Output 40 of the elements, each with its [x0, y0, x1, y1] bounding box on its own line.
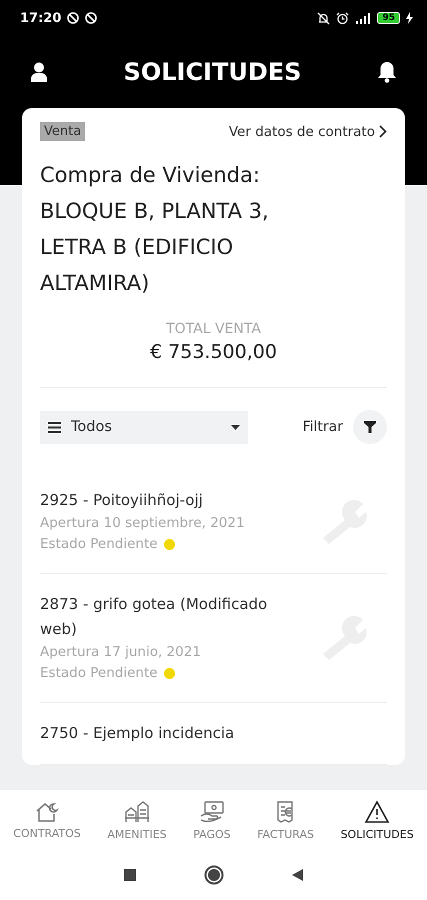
total-amount: € 753.500,00 — [149, 341, 278, 363]
muted-bell-icon — [317, 12, 330, 24]
contract-type-tag: Venta — [40, 122, 86, 141]
request-title: 2925 - Poitoyiihñoj-ojj — [40, 490, 204, 511]
nav-tab[interactable]: FACTURAS — [257, 800, 314, 840]
no-sign-icon — [85, 12, 98, 24]
opening-date: Apertura 10 septiembre, 2021 — [40, 514, 246, 533]
category-dropdown[interactable]: Todos — [40, 410, 248, 444]
no-sign-icon — [67, 12, 80, 24]
nav-tab[interactable]: AMENITIES — [107, 800, 167, 840]
nav-tab[interactable]: SOLICITUDES — [340, 800, 414, 840]
status-text: Estado Pendiente — [40, 535, 158, 554]
menu-icon — [48, 422, 61, 432]
user-icon[interactable] — [30, 62, 48, 82]
payment-icon — [198, 800, 225, 824]
filter-button[interactable]: Filtrar — [302, 410, 387, 444]
opening-date: Apertura 17 junio, 2021 — [40, 643, 202, 662]
charging-icon — [406, 12, 413, 24]
bell-icon[interactable] — [376, 61, 397, 83]
contract-title: Compra de Vivienda: BLOQUE B, PLANTA 3, LETRA B (EDIFICIO ALTAMIRA) — [40, 162, 270, 297]
amenities-icon — [123, 800, 151, 824]
status-text: Estado Pendiente — [40, 664, 158, 683]
nav-tab[interactable]: PAGOS — [193, 800, 231, 840]
caret-icon — [231, 424, 240, 430]
request-title: 2873 - grifo gotea (Modificado web) — [40, 594, 268, 640]
contract-details-link[interactable]: Ver datos de contrato — [228, 124, 387, 140]
home-icon[interactable] — [204, 865, 224, 885]
battery-level: 95 — [377, 12, 400, 24]
nav-tab[interactable]: CONTRATOS — [13, 800, 81, 840]
request-title: 2750 - Ejemplo incidencia — [40, 723, 236, 744]
total-label: TOTAL VENTA — [165, 321, 262, 337]
warning-icon — [364, 800, 390, 824]
house-icon — [35, 800, 60, 822]
filter-icon — [364, 421, 376, 433]
alarm-icon — [336, 12, 350, 24]
back-icon[interactable] — [292, 869, 303, 881]
chevron-right-icon — [379, 125, 387, 138]
status-time: 17:20 — [20, 10, 62, 26]
signal-icon — [355, 12, 372, 24]
page-title: SOLICITUDES — [124, 58, 302, 86]
